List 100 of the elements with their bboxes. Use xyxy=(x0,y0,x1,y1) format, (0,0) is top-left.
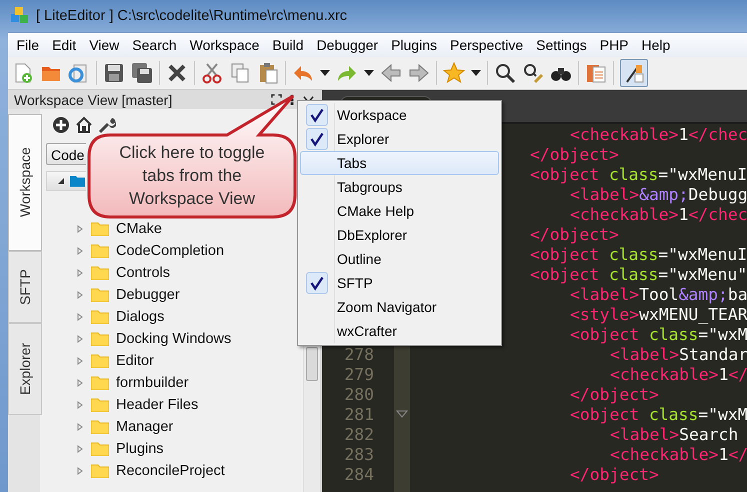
code-line: <object class="wxM xyxy=(570,404,747,424)
side-tab[interactable]: SFTP xyxy=(8,251,42,323)
folder-icon xyxy=(91,310,109,324)
search-icon[interactable] xyxy=(494,62,516,84)
add-icon[interactable] xyxy=(52,116,70,134)
menu-item[interactable]: Zoom Navigator xyxy=(300,295,499,319)
menu-item[interactable]: Build xyxy=(266,37,310,53)
line-number: 283 xyxy=(344,444,374,464)
forward-arrow-icon[interactable] xyxy=(408,62,430,84)
menu-item[interactable]: File xyxy=(10,37,46,53)
tree-item[interactable]: CMake xyxy=(116,221,162,237)
menu-item[interactable]: Edit xyxy=(46,37,83,53)
code-line: <label>Tool&amp;ba xyxy=(570,284,747,304)
folder-icon xyxy=(70,175,85,187)
side-tab[interactable]: Workspace xyxy=(8,114,42,251)
menu-item[interactable]: Outline xyxy=(300,247,499,271)
tree-item[interactable]: Editor xyxy=(116,353,154,369)
caret-icon[interactable] xyxy=(320,70,330,76)
menu-item[interactable]: Help xyxy=(635,37,677,53)
menu-item[interactable]: Tabs xyxy=(300,151,499,175)
tree-item[interactable]: ReconcileProject xyxy=(116,463,225,479)
code-line: </object> xyxy=(570,464,659,484)
caret-icon[interactable] xyxy=(471,70,481,76)
save-icon[interactable] xyxy=(103,62,125,84)
tree-item[interactable]: Docking Windows xyxy=(116,331,232,347)
collapsed-arrow-icon[interactable] xyxy=(76,401,84,409)
tree-root-row[interactable] xyxy=(46,171,86,191)
code-line: </object> xyxy=(570,384,659,404)
home-icon[interactable] xyxy=(75,116,93,134)
code-line: <checkable>1</ xyxy=(610,364,747,384)
menu-item[interactable]: Search xyxy=(126,37,184,53)
save-all-icon[interactable] xyxy=(131,62,153,84)
tree-item[interactable]: Dialogs xyxy=(116,309,164,325)
clipboard-icon[interactable] xyxy=(257,62,279,84)
menu-item[interactable]: PHP xyxy=(593,37,636,53)
collapsed-arrow-icon[interactable] xyxy=(76,247,84,255)
code-line: <object class="wxM xyxy=(570,324,747,344)
folder-icon xyxy=(91,266,109,280)
scrollbar-thumb[interactable] xyxy=(306,347,318,381)
collapsed-arrow-icon[interactable] xyxy=(76,445,84,453)
collapsed-arrow-icon[interactable] xyxy=(76,269,84,277)
tree-item[interactable]: Manager xyxy=(116,419,174,435)
callout-text: Click here to toggle tabs from the Workspace View xyxy=(118,142,266,210)
cubes-icon xyxy=(10,6,30,26)
star-icon[interactable] xyxy=(443,62,465,84)
paintbrush-icon[interactable] xyxy=(620,59,648,87)
code-line: <checkable>1</chec xyxy=(570,204,747,224)
menu-item[interactable]: Plugins xyxy=(384,37,444,53)
panel-title: Workspace View [master] xyxy=(14,92,174,108)
project-dropdown[interactable]: Code xyxy=(46,143,86,165)
tree-item[interactable]: formbuilder xyxy=(116,375,189,391)
code-line: <label>&amp;Debugg xyxy=(570,184,747,204)
side-tab[interactable]: Explorer xyxy=(8,323,42,415)
menu-item[interactable]: Explorer xyxy=(300,127,499,151)
wrench-icon[interactable] xyxy=(98,116,116,134)
collapsed-arrow-icon[interactable] xyxy=(76,291,84,299)
collapsed-arrow-icon[interactable] xyxy=(76,467,84,475)
close-icon[interactable] xyxy=(166,62,188,84)
folder-icon xyxy=(91,244,109,258)
folder-icon xyxy=(91,420,109,434)
collapsed-arrow-icon[interactable] xyxy=(76,423,84,431)
code-line: <object class="wxMenuI xyxy=(530,244,747,264)
tree-item[interactable]: Debugger xyxy=(116,287,180,303)
back-arrow-icon[interactable] xyxy=(380,62,402,84)
code-line: <object class="wxMenuI xyxy=(530,164,747,184)
menu-item[interactable]: Tabgroups xyxy=(300,175,499,199)
folder-icon xyxy=(91,398,109,412)
collapsed-arrow-icon[interactable] xyxy=(76,313,84,321)
menu-item[interactable]: View xyxy=(82,37,126,53)
fold-marker-icon[interactable] xyxy=(396,410,408,418)
menu-item[interactable]: SFTP xyxy=(300,271,499,295)
menu-item[interactable]: DbExplorer xyxy=(300,223,499,247)
copy-icon[interactable] xyxy=(229,62,251,84)
expanded-arrow-icon[interactable] xyxy=(57,177,65,185)
collapsed-arrow-icon[interactable] xyxy=(76,225,84,233)
menu-item[interactable]: Perspective xyxy=(443,37,530,53)
folder-document-icon[interactable] xyxy=(585,62,607,84)
caret-icon[interactable] xyxy=(364,70,374,76)
menu-item[interactable]: Debugger xyxy=(310,37,385,53)
collapsed-arrow-icon[interactable] xyxy=(76,357,84,365)
line-number: 278 xyxy=(344,344,374,364)
folder-icon xyxy=(91,376,109,390)
folder-icon xyxy=(91,288,109,302)
tree-item[interactable]: Header Files xyxy=(116,397,198,413)
folder-icon xyxy=(91,442,109,456)
magnifier-pencil-icon[interactable] xyxy=(522,62,544,84)
line-number: 284 xyxy=(344,464,374,484)
collapsed-arrow-icon[interactable] xyxy=(76,335,84,343)
collapsed-arrow-icon[interactable] xyxy=(76,379,84,387)
tree-item[interactable]: CodeCompletion xyxy=(116,243,224,259)
tree-item[interactable]: Controls xyxy=(116,265,170,281)
menu-item[interactable]: CMake Help xyxy=(300,199,499,223)
folder-icon xyxy=(91,222,109,236)
tree-item[interactable]: Plugins xyxy=(116,441,164,457)
menu-item[interactable]: Settings xyxy=(530,37,594,53)
scissors-icon[interactable] xyxy=(201,62,223,84)
line-number: 281 xyxy=(344,404,374,424)
menu-item[interactable]: wxCrafter xyxy=(300,319,499,343)
menu-item[interactable]: Workspace xyxy=(183,37,266,53)
menu-item[interactable]: Workspace xyxy=(300,103,499,127)
